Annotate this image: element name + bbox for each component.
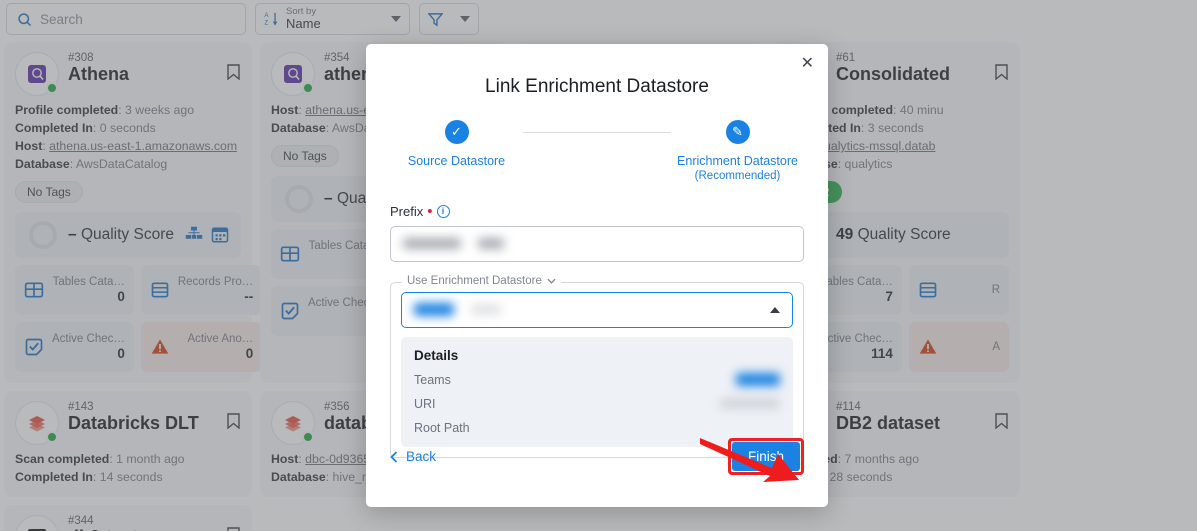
redacted-text	[471, 304, 501, 315]
back-label: Back	[406, 449, 436, 464]
caret-up-icon	[770, 307, 780, 313]
prefix-label-row: Prefix • i	[390, 204, 804, 219]
chevron-down-icon	[547, 278, 556, 284]
prefix-input[interactable]	[390, 226, 804, 262]
prefix-label: Prefix	[390, 204, 423, 219]
pencil-icon: ✎	[726, 120, 750, 144]
dialog-title: Link Enrichment Datastore	[390, 76, 804, 98]
enrichment-legend: Use Enrichment Datastore	[402, 275, 561, 287]
step-label: Enrichment Datastore	[671, 154, 804, 170]
redacted-text	[478, 238, 504, 249]
enrichment-datastore-select[interactable]	[401, 292, 793, 328]
redacted-text	[414, 303, 454, 316]
enrichment-datastore-group: Use Enrichment Datastore Details Teams U…	[390, 282, 804, 458]
step-enrichment-datastore[interactable]: ✎ Enrichment Datastore (Recommended)	[671, 120, 804, 182]
details-row-label: URI	[414, 397, 436, 411]
enrichment-legend-label: Use Enrichment Datastore	[407, 275, 542, 287]
info-icon[interactable]: i	[437, 205, 450, 218]
step-source-datastore[interactable]: ✓ Source Datastore	[390, 120, 523, 170]
back-button[interactable]: Back	[390, 449, 436, 464]
details-row-root-path: Root Path	[414, 421, 780, 435]
details-row-uri: URI	[414, 397, 780, 411]
details-row-label: Teams	[414, 373, 451, 387]
details-title: Details	[414, 348, 780, 363]
app-root: Search A Z Sort by Name	[0, 0, 1197, 531]
chevron-left-icon	[390, 451, 398, 463]
check-icon: ✓	[445, 120, 469, 144]
redacted-value	[720, 398, 780, 409]
details-row-teams: Teams	[414, 373, 780, 387]
step-label: Source Datastore	[390, 154, 523, 170]
redacted-value	[736, 373, 780, 386]
close-icon[interactable]: ✕	[801, 56, 814, 72]
step-sublabel: (Recommended)	[671, 170, 804, 182]
required-marker: •	[427, 204, 432, 219]
stepper: ✓ Source Datastore ✎ Enrichment Datastor…	[390, 120, 804, 182]
annotation-arrow-icon	[700, 438, 800, 490]
stepper-connector	[523, 132, 671, 133]
redacted-text	[403, 238, 461, 249]
details-row-label: Root Path	[414, 421, 470, 435]
details-panel: Details Teams URI Root Path	[401, 337, 793, 447]
